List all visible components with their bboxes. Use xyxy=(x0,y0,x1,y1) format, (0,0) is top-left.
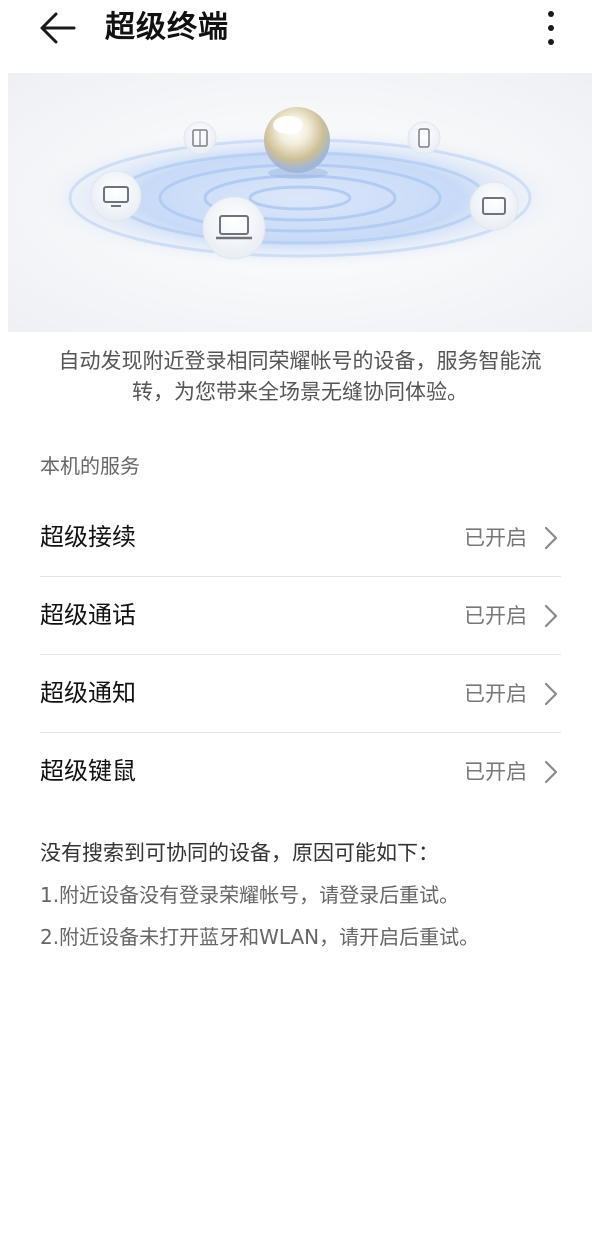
notes-title: 没有搜索到可协同的设备，原因可能如下： xyxy=(40,841,439,865)
service-title: 超级通话 xyxy=(40,601,136,629)
service-row-keyboard-mouse[interactable]: 超级键鼠 已开启 xyxy=(40,733,561,810)
phone-icon xyxy=(407,121,441,155)
intro-description: 自动发现附近登录相同荣耀帐号的设备，服务智能流转，为您带来全场景无缝协同体验。 xyxy=(58,349,542,404)
chevron-right-icon xyxy=(544,682,558,706)
troubleshooting-notes: 没有搜索到可协同的设备，原因可能如下： 1.附近设备没有登录荣耀帐号，请登录后重… xyxy=(40,838,570,964)
service-row-call[interactable]: 超级通话 已开启 xyxy=(40,577,561,655)
service-title: 超级键鼠 xyxy=(40,757,136,785)
laptop-icon xyxy=(202,196,266,260)
hero-illustration xyxy=(8,73,592,332)
tv-icon xyxy=(90,170,142,222)
chevron-right-icon xyxy=(544,604,558,628)
note-line: 1.附近设备没有登录荣耀帐号，请登录后重试。 xyxy=(40,883,460,907)
service-title: 超级接续 xyxy=(40,523,136,551)
service-status: 已开启 xyxy=(464,760,527,784)
back-button[interactable] xyxy=(36,10,80,46)
more-vertical-icon xyxy=(548,11,554,45)
page-title: 超级终端 xyxy=(105,10,229,45)
service-status: 已开启 xyxy=(464,604,527,628)
service-row-notification[interactable]: 超级通知 已开启 xyxy=(40,655,561,733)
arrow-left-icon xyxy=(40,12,76,44)
service-row-continuity[interactable]: 超级接续 已开启 xyxy=(40,499,561,577)
service-title: 超级通知 xyxy=(40,679,136,707)
book-icon xyxy=(183,121,217,155)
top-bar: 超级终端 xyxy=(0,0,600,72)
service-status: 已开启 xyxy=(464,682,527,706)
more-options-button[interactable] xyxy=(536,8,566,48)
chevron-right-icon xyxy=(544,526,558,550)
section-label-local-services: 本机的服务 xyxy=(40,454,140,478)
tablet-icon xyxy=(469,181,519,231)
service-status: 已开启 xyxy=(464,526,527,550)
service-list: 超级接续 已开启 超级通话 已开启 超级通知 已开启 超级键鼠 已开启 xyxy=(40,499,561,810)
note-line: 2.附近设备未打开蓝牙和WLAN，请开启后重试。 xyxy=(40,925,480,949)
chevron-right-icon xyxy=(544,760,558,784)
